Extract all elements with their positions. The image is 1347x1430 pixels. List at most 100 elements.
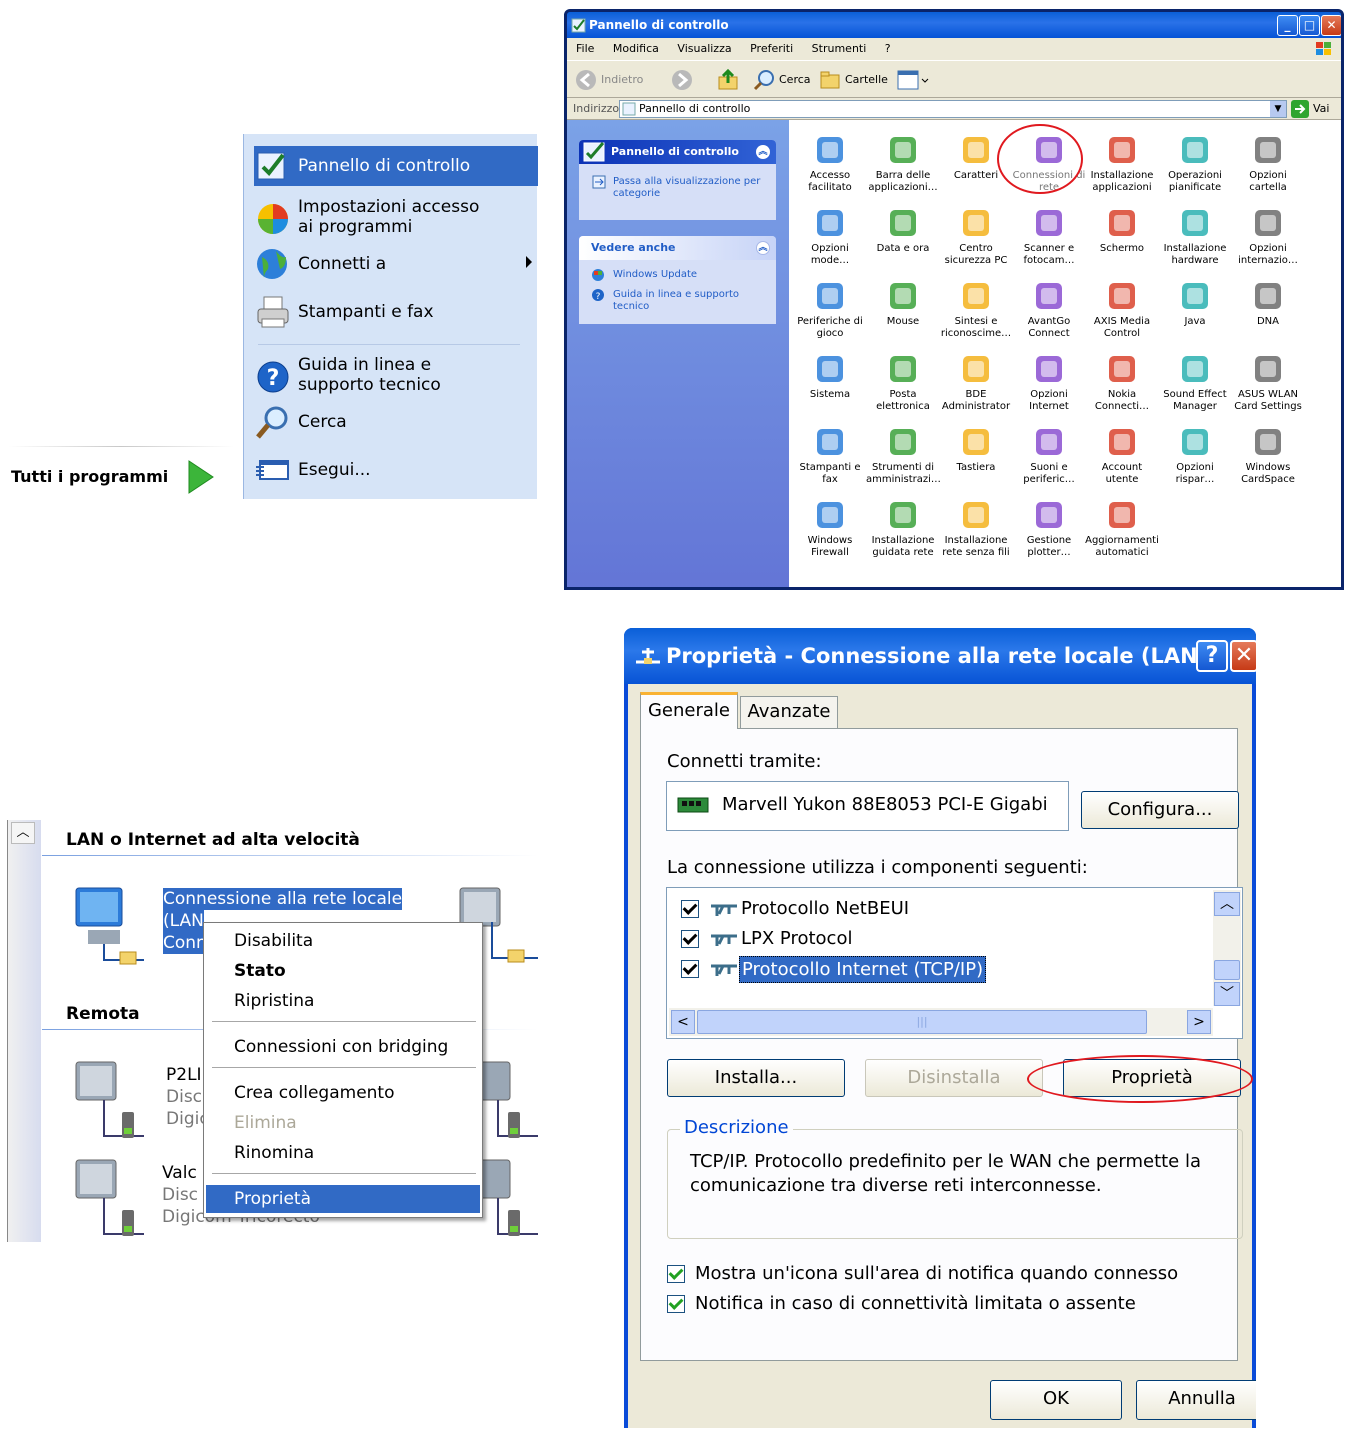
control-panel-applet[interactable]: Mouse (866, 276, 940, 346)
title-bar[interactable]: Pannello di controllo _ □ ✕ (567, 12, 1341, 38)
show-icon-option[interactable]: Mostra un'icona sull'area di notifica qu… (667, 1261, 1227, 1287)
control-panel-applet[interactable]: Data e ora (866, 203, 940, 273)
all-programs-button[interactable]: Tutti i programmi (0, 444, 243, 504)
scroll-thumb[interactable] (1214, 960, 1240, 980)
control-panel-applet[interactable]: Stampanti e fax (793, 422, 867, 492)
collapse-icon[interactable]: ︽ (756, 241, 770, 255)
control-panel-applet[interactable]: Opzioni Internet (1012, 349, 1086, 419)
close-button[interactable]: ✕ (1321, 15, 1341, 36)
menu-view[interactable]: Visualizza (677, 42, 731, 55)
component-item-selected[interactable]: Protocollo Internet (TCP/IP) (677, 956, 1197, 984)
start-menu-item-help[interactable]: ? Guida in linea e supporto tecnico (254, 350, 538, 400)
menu-tools[interactable]: Strumenti (812, 42, 867, 55)
horizontal-scrollbar[interactable]: < ||| > (669, 1008, 1213, 1036)
views-button[interactable] (897, 69, 929, 91)
control-panel-applet[interactable]: Centro sicurezza PC (939, 203, 1013, 273)
control-panel-applet[interactable]: Installazione hardware (1158, 203, 1232, 273)
control-panel-applet[interactable]: Opzioni cartella (1231, 130, 1305, 200)
help-button[interactable]: ? (1196, 640, 1228, 672)
control-panel-applet[interactable]: Tastiera (939, 422, 1013, 492)
control-panel-applet[interactable]: Sintesi e riconoscime… (939, 276, 1013, 346)
close-button[interactable]: ✕ (1230, 640, 1256, 672)
start-menu-item-run[interactable]: Esegui... (254, 450, 538, 490)
control-panel-applet[interactable]: Windows Firewall (793, 495, 867, 565)
start-menu-item-search[interactable]: Cerca (254, 402, 538, 442)
start-menu-item-connect-to[interactable]: Connetti a (254, 244, 538, 284)
component-checkbox[interactable] (681, 900, 699, 918)
scroll-left-icon[interactable]: < (671, 1010, 695, 1034)
notify-option[interactable]: Notifica in caso di connettività limitat… (667, 1291, 1227, 1317)
control-panel-applet[interactable]: Opzioni rispar… (1158, 422, 1232, 492)
switch-view-link[interactable]: Passa alla visualizzazione per categorie (613, 176, 773, 200)
control-panel-applet[interactable]: Barra delle applicazioni… (866, 130, 940, 200)
scroll-thumb[interactable]: ||| (697, 1010, 1147, 1034)
control-panel-applet[interactable]: Aggiornamenti automatici (1085, 495, 1159, 565)
control-panel-applet[interactable]: Accesso facilitato (793, 130, 867, 200)
control-panel-applet[interactable]: BDE Administrator (939, 349, 1013, 419)
control-panel-applet[interactable]: Installazione rete senza fili (939, 495, 1013, 565)
control-panel-applet[interactable]: Opzioni mode… (793, 203, 867, 273)
context-bridge[interactable]: Connessioni con bridging (206, 1033, 480, 1061)
task-box-header[interactable]: Vedere anche ︽ (579, 236, 776, 260)
show-icon-checkbox[interactable] (667, 1265, 685, 1283)
scroll-up-icon[interactable]: ︿ (1214, 892, 1240, 916)
control-panel-applet[interactable]: Sound Effect Manager (1158, 349, 1232, 419)
up-folder-button[interactable] (717, 69, 739, 91)
install-button[interactable]: Installa... (667, 1059, 845, 1097)
component-checkbox[interactable] (681, 930, 699, 948)
dialog-title-bar[interactable]: Proprietà - Connessione alla rete locale… (624, 628, 1256, 684)
control-panel-applet[interactable]: Windows CardSpace (1231, 422, 1305, 492)
remote-connection-icon[interactable] (68, 1056, 148, 1144)
forward-button[interactable] (671, 69, 693, 91)
control-panel-applet[interactable]: Nokia Connecti… (1085, 349, 1159, 419)
context-properties[interactable]: Proprietà (206, 1185, 480, 1213)
menu-file[interactable]: File (576, 42, 594, 55)
control-panel-applet[interactable]: Gestione plotter… (1012, 495, 1086, 565)
control-panel-applet[interactable]: Java (1158, 276, 1232, 346)
start-menu-item-control-panel[interactable]: Pannello di controllo (254, 146, 538, 186)
control-panel-applet[interactable]: Opzioni internazio… (1231, 203, 1305, 273)
control-panel-applet[interactable]: Suoni e periferic… (1012, 422, 1086, 492)
configure-button[interactable]: Configura... (1081, 791, 1239, 829)
context-repair[interactable]: Ripristina (206, 987, 480, 1015)
control-panel-applet[interactable]: Operazioni pianificate (1158, 130, 1232, 200)
component-item[interactable]: Protocollo NetBEUI (677, 896, 1197, 924)
component-item[interactable]: LPX Protocol (677, 926, 1197, 954)
control-panel-applet[interactable]: AvantGo Connect (1012, 276, 1086, 346)
control-panel-applet[interactable]: AXIS Media Control (1085, 276, 1159, 346)
control-panel-applet[interactable]: Sistema (793, 349, 867, 419)
scroll-strip[interactable]: ︿ (8, 820, 41, 1242)
control-panel-applet[interactable]: Strumenti di amministrazi… (866, 422, 941, 492)
ok-button[interactable]: OK (990, 1380, 1122, 1420)
windows-update-link[interactable]: Windows Update (613, 269, 697, 281)
help-support-link[interactable]: Guida in linea e supporto tecnico (613, 289, 763, 313)
control-panel-applet[interactable]: Scanner e fotocam… (1012, 203, 1086, 273)
lan-connection-icon[interactable] (68, 882, 148, 970)
control-panel-applet[interactable]: DNA (1231, 276, 1305, 346)
back-button[interactable]: Indietro (575, 68, 655, 92)
remote-connection-icon[interactable] (68, 1154, 148, 1242)
start-menu-item-printers[interactable]: Stampanti e fax (254, 292, 538, 332)
chevron-down-icon[interactable]: ▼ (1270, 101, 1286, 117)
control-panel-applet[interactable]: Installazione applicazioni (1085, 130, 1159, 200)
context-status[interactable]: Stato (206, 957, 480, 985)
tab-general[interactable]: Generale (640, 692, 738, 729)
control-panel-applet[interactable]: Account utente (1085, 422, 1159, 492)
notify-checkbox[interactable] (667, 1295, 685, 1313)
minimize-button[interactable]: _ (1277, 15, 1298, 36)
folders-button[interactable]: Cartelle (819, 68, 891, 92)
search-button[interactable]: Cerca (753, 68, 813, 92)
component-checkbox[interactable] (681, 960, 699, 978)
control-panel-applet[interactable]: Posta elettronica (866, 349, 940, 419)
vertical-scrollbar[interactable]: ︿ ﹀ (1213, 890, 1241, 1006)
menu-favorites[interactable]: Preferiti (750, 42, 793, 55)
control-panel-applet[interactable]: Schermo (1085, 203, 1159, 273)
menu-help[interactable]: ? (885, 42, 891, 55)
tab-advanced[interactable]: Avanzate (740, 696, 838, 728)
scroll-down-icon[interactable]: ﹀ (1214, 982, 1240, 1006)
control-panel-applet[interactable]: ASUS WLAN Card Settings (1231, 349, 1305, 419)
go-button[interactable]: Vai (1291, 100, 1337, 118)
context-rename[interactable]: Rinomina (206, 1139, 480, 1167)
context-create-shortcut[interactable]: Crea collegamento (206, 1079, 480, 1107)
control-panel-applet[interactable]: Installazione guidata rete (866, 495, 940, 565)
